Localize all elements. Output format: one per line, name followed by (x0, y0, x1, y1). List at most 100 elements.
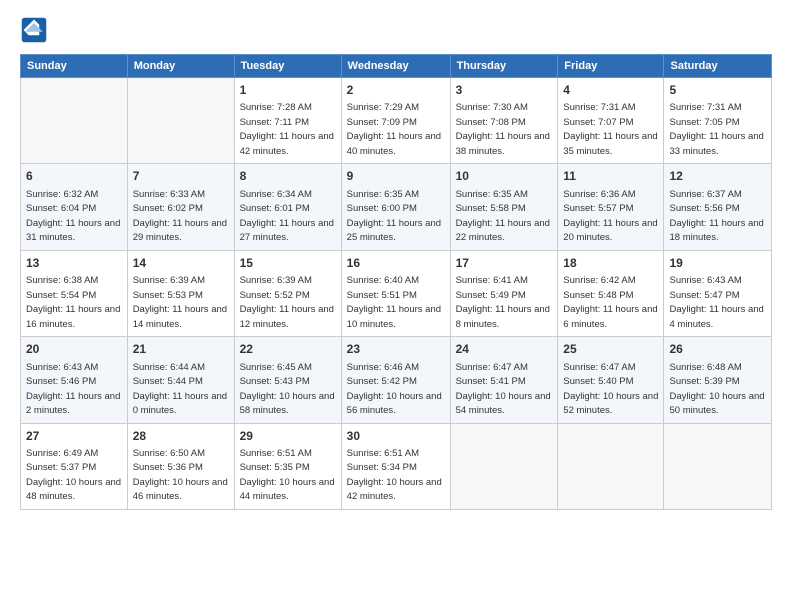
col-sunday: Sunday (21, 55, 128, 78)
day-info: Sunrise: 6:44 AMSunset: 5:44 PMDaylight:… (133, 362, 227, 417)
calendar-cell: 24 Sunrise: 6:47 AMSunset: 5:41 PMDayligh… (450, 337, 558, 423)
calendar-body: 1Sunrise: 7:28 AMSunset: 7:11 PMDaylight… (21, 78, 772, 510)
day-number: 17 (456, 255, 553, 272)
calendar-cell: 12Sunrise: 6:37 AMSunset: 5:56 PMDayligh… (664, 164, 772, 250)
day-info: Sunrise: 6:39 AMSunset: 5:53 PMDaylight:… (133, 275, 227, 330)
day-info: Sunrise: 6:35 AMSunset: 5:58 PMDaylight:… (456, 189, 550, 244)
day-info: Sunrise: 6:49 AMSunset: 5:37 PMDaylight:… (26, 448, 121, 503)
day-number: 20 (26, 341, 122, 358)
day-info: Sunrise: 6:46 AMSunset: 5:42 PMDaylight:… (347, 362, 442, 417)
day-number: 8 (240, 168, 336, 185)
day-info: Sunrise: 6:38 AMSunset: 5:54 PMDaylight:… (26, 275, 120, 330)
calendar-cell: 20 Sunrise: 6:43 AMSunset: 5:46 PMDayligh… (21, 337, 128, 423)
header-row: Sunday Monday Tuesday Wednesday Thursday… (21, 55, 772, 78)
day-number: 10 (456, 168, 553, 185)
col-wednesday: Wednesday (341, 55, 450, 78)
calendar-cell: 22Sunrise: 6:45 AMSunset: 5:43 PMDayligh… (234, 337, 341, 423)
day-info: Sunrise: 6:35 AMSunset: 6:00 PMDaylight:… (347, 189, 441, 244)
calendar-cell: 4Sunrise: 7:31 AMSunset: 7:07 PMDaylight… (558, 78, 664, 164)
calendar-week-5: 27 Sunrise: 6:49 AMSunset: 5:37 PMDayligh… (21, 423, 772, 509)
day-info: Sunrise: 6:34 AMSunset: 6:01 PMDaylight:… (240, 189, 334, 244)
calendar-cell: 28 Sunrise: 6:50 AMSunset: 5:36 PMDayligh… (127, 423, 234, 509)
calendar-week-1: 1Sunrise: 7:28 AMSunset: 7:11 PMDaylight… (21, 78, 772, 164)
day-info: Sunrise: 6:51 AMSunset: 5:35 PMDaylight:… (240, 448, 335, 503)
calendar-cell: 27 Sunrise: 6:49 AMSunset: 5:37 PMDayligh… (21, 423, 128, 509)
calendar-week-4: 20 Sunrise: 6:43 AMSunset: 5:46 PMDayligh… (21, 337, 772, 423)
day-info: Sunrise: 6:39 AMSunset: 5:52 PMDaylight:… (240, 275, 334, 330)
col-tuesday: Tuesday (234, 55, 341, 78)
calendar-cell: 7 Sunrise: 6:33 AMSunset: 6:02 PMDaylight… (127, 164, 234, 250)
calendar-cell: 16 Sunrise: 6:40 AMSunset: 5:51 PMDayligh… (341, 250, 450, 336)
day-info: Sunrise: 7:28 AMSunset: 7:11 PMDaylight:… (240, 102, 334, 157)
logo-icon (20, 16, 48, 44)
day-info: Sunrise: 6:40 AMSunset: 5:51 PMDaylight:… (347, 275, 441, 330)
day-info: Sunrise: 6:36 AMSunset: 5:57 PMDaylight:… (563, 189, 657, 244)
day-number: 30 (347, 428, 445, 445)
day-number: 4 (563, 82, 658, 99)
day-number: 9 (347, 168, 445, 185)
calendar-cell: 21 Sunrise: 6:44 AMSunset: 5:44 PMDayligh… (127, 337, 234, 423)
calendar-cell: 14 Sunrise: 6:39 AMSunset: 5:53 PMDayligh… (127, 250, 234, 336)
day-info: Sunrise: 6:32 AMSunset: 6:04 PMDaylight:… (26, 189, 120, 244)
calendar-cell (664, 423, 772, 509)
calendar-cell: 18 Sunrise: 6:42 AMSunset: 5:48 PMDayligh… (558, 250, 664, 336)
day-number: 19 (669, 255, 766, 272)
day-info: Sunrise: 6:41 AMSunset: 5:49 PMDaylight:… (456, 275, 550, 330)
calendar-cell (558, 423, 664, 509)
calendar-cell: 17 Sunrise: 6:41 AMSunset: 5:49 PMDayligh… (450, 250, 558, 336)
day-number: 29 (240, 428, 336, 445)
logo (20, 16, 52, 44)
day-number: 24 (456, 341, 553, 358)
calendar-week-2: 6 Sunrise: 6:32 AMSunset: 6:04 PMDaylight… (21, 164, 772, 250)
day-number: 3 (456, 82, 553, 99)
calendar-header: Sunday Monday Tuesday Wednesday Thursday… (21, 55, 772, 78)
day-number: 28 (133, 428, 229, 445)
day-number: 7 (133, 168, 229, 185)
calendar-cell: 9 Sunrise: 6:35 AMSunset: 6:00 PMDaylight… (341, 164, 450, 250)
calendar-cell (127, 78, 234, 164)
calendar-cell: 19Sunrise: 6:43 AMSunset: 5:47 PMDayligh… (664, 250, 772, 336)
calendar-cell: 26 Sunrise: 6:48 AMSunset: 5:39 PMDayligh… (664, 337, 772, 423)
day-number: 13 (26, 255, 122, 272)
day-info: Sunrise: 6:33 AMSunset: 6:02 PMDaylight:… (133, 189, 227, 244)
calendar-cell: 30Sunrise: 6:51 AMSunset: 5:34 PMDayligh… (341, 423, 450, 509)
day-number: 25 (563, 341, 658, 358)
calendar-cell: 5Sunrise: 7:31 AMSunset: 7:05 PMDaylight… (664, 78, 772, 164)
day-info: Sunrise: 6:48 AMSunset: 5:39 PMDaylight:… (669, 362, 764, 417)
day-number: 11 (563, 168, 658, 185)
day-number: 6 (26, 168, 122, 185)
day-info: Sunrise: 6:47 AMSunset: 5:41 PMDaylight:… (456, 362, 551, 417)
day-number: 16 (347, 255, 445, 272)
day-number: 12 (669, 168, 766, 185)
day-info: Sunrise: 6:50 AMSunset: 5:36 PMDaylight:… (133, 448, 228, 503)
day-number: 21 (133, 341, 229, 358)
col-saturday: Saturday (664, 55, 772, 78)
calendar-cell: 11 Sunrise: 6:36 AMSunset: 5:57 PMDayligh… (558, 164, 664, 250)
day-info: Sunrise: 7:30 AMSunset: 7:08 PMDaylight:… (456, 102, 550, 157)
calendar-cell: 6 Sunrise: 6:32 AMSunset: 6:04 PMDaylight… (21, 164, 128, 250)
day-info: Sunrise: 6:42 AMSunset: 5:48 PMDaylight:… (563, 275, 657, 330)
day-number: 27 (26, 428, 122, 445)
col-thursday: Thursday (450, 55, 558, 78)
calendar-cell: 15Sunrise: 6:39 AMSunset: 5:52 PMDayligh… (234, 250, 341, 336)
day-info: Sunrise: 7:31 AMSunset: 7:05 PMDaylight:… (669, 102, 763, 157)
col-monday: Monday (127, 55, 234, 78)
day-info: Sunrise: 6:43 AMSunset: 5:46 PMDaylight:… (26, 362, 120, 417)
calendar-cell: 3 Sunrise: 7:30 AMSunset: 7:08 PMDaylight… (450, 78, 558, 164)
day-info: Sunrise: 6:47 AMSunset: 5:40 PMDaylight:… (563, 362, 658, 417)
day-number: 18 (563, 255, 658, 272)
day-info: Sunrise: 7:29 AMSunset: 7:09 PMDaylight:… (347, 102, 441, 157)
day-info: Sunrise: 6:45 AMSunset: 5:43 PMDaylight:… (240, 362, 335, 417)
calendar-cell (21, 78, 128, 164)
calendar-cell: 1Sunrise: 7:28 AMSunset: 7:11 PMDaylight… (234, 78, 341, 164)
day-number: 26 (669, 341, 766, 358)
calendar-table: Sunday Monday Tuesday Wednesday Thursday… (20, 54, 772, 510)
day-number: 23 (347, 341, 445, 358)
page-header (20, 16, 772, 44)
calendar-cell: 2 Sunrise: 7:29 AMSunset: 7:09 PMDaylight… (341, 78, 450, 164)
day-number: 2 (347, 82, 445, 99)
calendar-cell: 23 Sunrise: 6:46 AMSunset: 5:42 PMDayligh… (341, 337, 450, 423)
day-number: 14 (133, 255, 229, 272)
calendar-cell (450, 423, 558, 509)
calendar-cell: 10 Sunrise: 6:35 AMSunset: 5:58 PMDayligh… (450, 164, 558, 250)
